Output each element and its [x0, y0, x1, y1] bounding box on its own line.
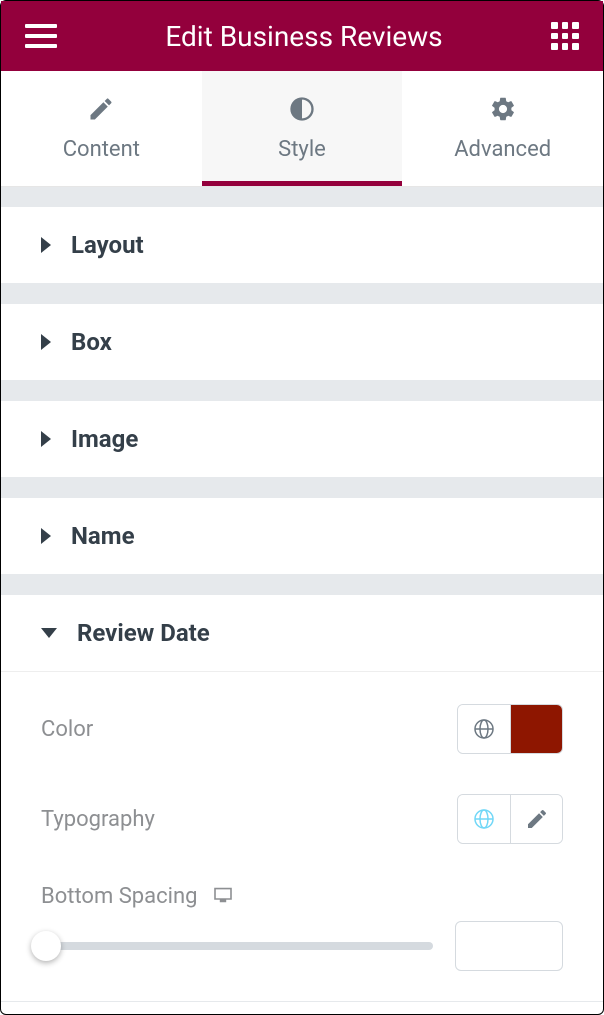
section-header-image[interactable]: Image: [1, 401, 603, 477]
control-typography: Typography: [41, 774, 563, 864]
section-title: Box: [71, 328, 112, 356]
section-box: Box: [1, 304, 603, 381]
section-header-layout[interactable]: Layout: [1, 207, 603, 283]
slider-thumb[interactable]: [31, 931, 61, 961]
bottom-spacing-slider-row: [41, 915, 563, 971]
section-review-date: Review Date Color Typography: [1, 595, 603, 1002]
section-title: Review Date: [77, 619, 210, 647]
section-name: Name: [1, 498, 603, 575]
global-color-button[interactable]: [458, 705, 510, 753]
responsive-desktop-icon[interactable]: [213, 887, 233, 907]
bottom-spacing-slider[interactable]: [41, 932, 433, 960]
color-swatch[interactable]: [510, 705, 562, 753]
chevron-right-icon: [41, 431, 51, 447]
section-title: Name: [71, 522, 135, 550]
editor-header: Edit Business Reviews: [1, 1, 603, 71]
tab-label: Content: [63, 137, 140, 162]
apps-icon[interactable]: [551, 22, 579, 50]
spacer: [1, 284, 603, 304]
globe-icon: [472, 807, 496, 831]
chevron-down-icon: [41, 628, 57, 638]
globe-icon: [472, 717, 496, 741]
chevron-right-icon: [41, 528, 51, 544]
pencil-icon: [525, 807, 549, 831]
typography-label: Typography: [41, 807, 155, 832]
spacer: [1, 381, 603, 401]
menu-icon[interactable]: [25, 24, 57, 48]
bottom-spacing-label: Bottom Spacing: [41, 884, 197, 909]
chevron-right-icon: [41, 334, 51, 350]
control-color: Color: [41, 684, 563, 774]
panel-title: Edit Business Reviews: [165, 20, 442, 53]
review-date-controls: Color Typography Bottom Spacing: [1, 671, 603, 1001]
tab-label: Advanced: [454, 137, 551, 162]
section-title: Layout: [71, 231, 144, 259]
chevron-right-icon: [41, 237, 51, 253]
bottom-spacing-input[interactable]: [455, 921, 563, 971]
tabs: Content Style Advanced: [1, 71, 603, 187]
spacer: [1, 187, 603, 207]
tab-label: Style: [278, 137, 326, 162]
gear-icon: [489, 95, 517, 123]
section-header-box[interactable]: Box: [1, 304, 603, 380]
section-image: Image: [1, 401, 603, 478]
pencil-icon: [87, 95, 115, 123]
slider-track: [41, 942, 433, 950]
spacer: [1, 478, 603, 498]
tab-advanced[interactable]: Advanced: [402, 71, 603, 186]
contrast-icon: [288, 95, 316, 123]
section-title: Image: [71, 425, 138, 453]
section-layout: Layout: [1, 207, 603, 284]
spacer: [1, 575, 603, 595]
global-typography-button[interactable]: [458, 795, 510, 843]
color-picker-group: [457, 704, 563, 754]
tab-style[interactable]: Style: [202, 71, 403, 186]
control-bottom-spacing-label: Bottom Spacing: [41, 864, 563, 915]
section-header-name[interactable]: Name: [1, 498, 603, 574]
tab-content[interactable]: Content: [1, 71, 202, 186]
edit-typography-button[interactable]: [510, 795, 562, 843]
section-header-review-date[interactable]: Review Date: [1, 595, 603, 671]
typography-group: [457, 794, 563, 844]
color-label: Color: [41, 717, 93, 742]
